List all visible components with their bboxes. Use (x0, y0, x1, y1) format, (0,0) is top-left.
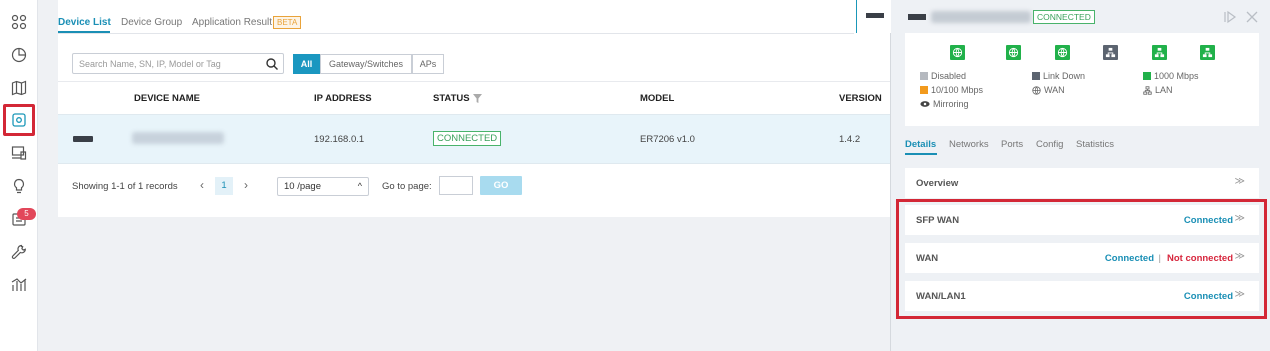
port-lan-icon[interactable] (1200, 45, 1215, 60)
cell-model: ER7206 v1.0 (640, 134, 695, 145)
filter-aps[interactable]: APs (412, 54, 444, 74)
close-icon[interactable] (1245, 10, 1259, 24)
port-lan-icon[interactable] (1152, 45, 1167, 60)
eye-icon (920, 101, 930, 107)
wan-status-not-connected: Not connected (1167, 253, 1233, 264)
selected-device-tab[interactable] (856, 0, 891, 33)
dashboard-icon[interactable] (7, 10, 31, 34)
section-sfp-wan[interactable]: SFP WAN Connected ≫ (905, 205, 1259, 235)
section-overview[interactable]: Overview ≫ (905, 168, 1259, 198)
device-detail-panel: CONNECTED Disabled Link Down 1000 Mbps 1… (856, 0, 1270, 351)
section-title: WAN/LAN1 (916, 291, 966, 302)
cell-ip: 192.168.0.1 (314, 134, 365, 145)
chevron-up-icon: ^ (357, 181, 362, 191)
device-name-redacted (132, 132, 224, 144)
statistics-icon[interactable] (7, 43, 31, 67)
port-wan-icon[interactable] (1006, 45, 1021, 60)
chevron-double-down-icon: ≫ (1234, 251, 1245, 262)
legend-10-100mbps: 10/100 Mbps (920, 85, 983, 95)
chevron-double-down-icon: ≫ (1234, 213, 1245, 224)
tab-ports[interactable]: Ports (1001, 139, 1023, 150)
tab-details[interactable]: Details (905, 139, 936, 150)
sfp-wan-status: Connected (1183, 215, 1233, 226)
port-legend-card: Disabled Link Down 1000 Mbps 10/100 Mbps… (905, 33, 1259, 126)
1000mbps-swatch (1143, 72, 1151, 80)
search-input[interactable] (79, 57, 259, 70)
chevron-double-down-icon: ≫ (1234, 289, 1245, 300)
filter-icon[interactable] (473, 94, 482, 103)
device-search (72, 53, 284, 74)
wan-lan1-status: Connected (1183, 291, 1233, 302)
legend-lan: LAN (1143, 85, 1173, 95)
globe-icon (1032, 85, 1041, 95)
device-thumbnail (866, 13, 884, 18)
legend-1000mbps: 1000 Mbps (1143, 71, 1199, 81)
go-button[interactable]: GO (480, 176, 522, 195)
tab-networks[interactable]: Networks (949, 139, 989, 150)
status-separator: | (1158, 253, 1161, 264)
goto-page-input[interactable] (439, 176, 473, 195)
disabled-swatch (920, 72, 928, 80)
tab-statistics[interactable]: Statistics (1076, 139, 1114, 150)
port-wan-icon[interactable] (1055, 45, 1070, 60)
active-tab-indicator (58, 31, 110, 33)
alerts-badge: 5 (17, 208, 36, 220)
col-ip-address[interactable]: IP ADDRESS (314, 93, 372, 104)
tools-icon[interactable] (7, 240, 31, 264)
legend-wan: WAN (1032, 85, 1065, 95)
active-tab-indicator (905, 153, 937, 155)
locate-icon[interactable] (1223, 10, 1237, 24)
col-version[interactable]: VERSION (839, 93, 882, 104)
port-lan-icon[interactable] (1103, 45, 1118, 60)
tab-device-list[interactable]: Device List (58, 17, 111, 28)
table-header: DEVICE NAME IP ADDRESS STATUS MODEL VERS… (58, 81, 892, 114)
device-name-redacted (931, 11, 1031, 23)
col-model[interactable]: MODEL (640, 93, 674, 104)
page-number-button[interactable]: 1 (215, 177, 233, 195)
port-wan-icon[interactable] (950, 45, 965, 60)
section-wan[interactable]: WAN Connected | Not connected ≫ (905, 243, 1259, 273)
chevron-double-down-icon: ≫ (1234, 176, 1245, 187)
network-icon (1143, 85, 1152, 95)
tab-application-result[interactable]: Application Result (192, 17, 272, 28)
tab-config[interactable]: Config (1036, 139, 1063, 150)
device-thumbnail (908, 14, 926, 20)
section-wan-lan1[interactable]: WAN/LAN1 Connected ≫ (905, 281, 1259, 311)
devices-icon[interactable] (3, 104, 35, 136)
insight-icon[interactable] (7, 174, 31, 198)
per-page-value: 10 /page (284, 181, 321, 192)
legend-mirroring: Mirroring (920, 99, 969, 109)
search-icon[interactable] (265, 57, 279, 71)
legend-disabled: Disabled (920, 71, 966, 81)
section-title: WAN (916, 253, 939, 264)
per-page-select[interactable]: 10 /page ^ (277, 177, 369, 196)
panel-status-badge: CONNECTED (1033, 10, 1095, 24)
legend-link-down: Link Down (1032, 71, 1085, 81)
status-badge: CONNECTED (433, 131, 502, 146)
col-status[interactable]: STATUS (433, 93, 470, 104)
wan-status-connected: Connected (1104, 253, 1154, 264)
section-title: SFP WAN (916, 215, 960, 226)
col-device-name[interactable]: DEVICE NAME (134, 93, 200, 104)
goto-label: Go to page: (382, 181, 432, 192)
filter-all[interactable]: All (293, 54, 320, 74)
clients-icon[interactable] (7, 141, 31, 165)
device-thumbnail (73, 136, 93, 142)
next-page-button[interactable]: › (238, 177, 254, 195)
cell-version: 1.4.2 (839, 134, 861, 145)
filter-gateway-switches[interactable]: Gateway/Switches (320, 54, 412, 74)
map-icon[interactable] (7, 76, 31, 100)
device-tabs: Device List Device Group Application Res… (58, 0, 854, 34)
table-row[interactable]: 192.168.0.1 CONNECTED ER7206 v1.0 1.4.2 (58, 114, 892, 164)
pager-summary: Showing 1-1 of 1 records (72, 181, 178, 192)
beta-badge: BETA (273, 16, 302, 29)
10-100mbps-swatch (920, 86, 928, 94)
link-down-swatch (1032, 72, 1040, 80)
device-list-card: Device List Device Group Application Res… (58, 0, 892, 217)
section-title: Overview (916, 178, 959, 189)
prev-page-button[interactable]: ‹ (194, 177, 210, 195)
reports-icon[interactable] (7, 273, 31, 297)
tab-device-group[interactable]: Device Group (121, 17, 182, 28)
left-nav-rail: 5 (0, 0, 38, 351)
